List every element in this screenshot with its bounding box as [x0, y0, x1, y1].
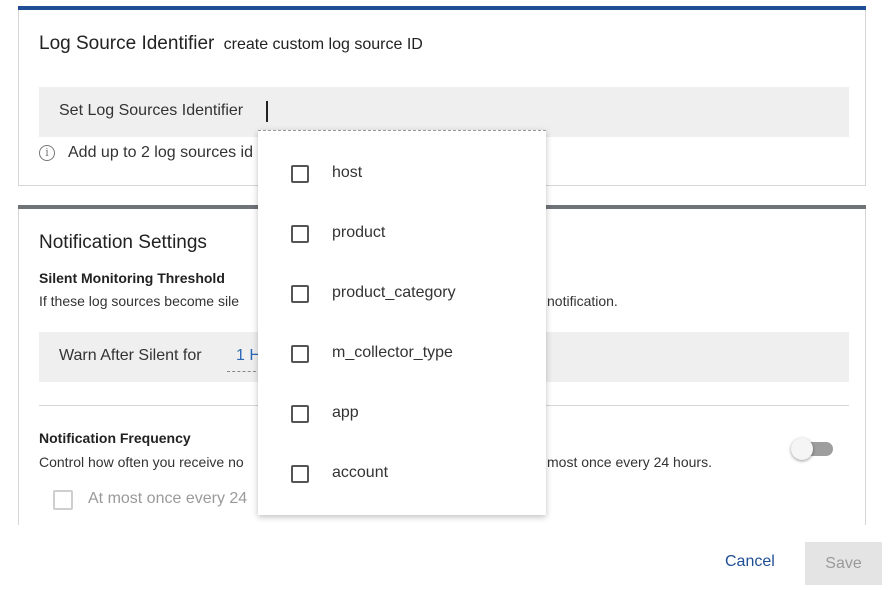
- checkbox[interactable]: [291, 165, 309, 183]
- option-label: product_category: [332, 284, 456, 301]
- frequency-toggle[interactable]: [791, 438, 835, 460]
- log-source-title: Log Source Identifier: [39, 33, 215, 54]
- hint-text: Add up to 2 log sources id: [68, 144, 254, 161]
- checkbox[interactable]: [291, 345, 309, 363]
- silent-desc-left: If these log sources become sile: [39, 293, 239, 309]
- log-source-subtitle: create custom log source ID: [223, 36, 423, 53]
- checkbox[interactable]: [291, 225, 309, 243]
- save-button[interactable]: Save: [805, 542, 882, 585]
- field-label: Set Log Sources Identifier: [59, 102, 244, 119]
- option-label: m_collector_type: [332, 344, 453, 361]
- notification-title: Notification Settings: [39, 232, 207, 253]
- frequency-desc-right: most once every 24 hours.: [547, 454, 712, 470]
- option-label: app: [332, 404, 359, 421]
- text-cursor: [266, 101, 268, 122]
- dropdown-option[interactable]: app: [258, 384, 546, 444]
- dropdown-option[interactable]: product_category: [258, 264, 546, 324]
- frequency-checkbox[interactable]: [53, 490, 73, 510]
- info-icon: i: [39, 145, 55, 161]
- identifier-dropdown: host product product_category m_collecto…: [258, 130, 546, 515]
- option-label: account: [332, 464, 389, 481]
- cancel-button[interactable]: Cancel: [725, 553, 775, 571]
- section-title: Log Source Identifier create custom log …: [39, 33, 423, 55]
- checkbox[interactable]: [291, 465, 309, 483]
- checkbox[interactable]: [291, 405, 309, 423]
- warn-label: Warn After Silent for: [59, 347, 202, 364]
- dropdown-option[interactable]: m_collector_type: [258, 324, 546, 384]
- checkbox[interactable]: [291, 285, 309, 303]
- frequency-title: Notification Frequency: [39, 430, 191, 446]
- silent-threshold-title: Silent Monitoring Threshold: [39, 270, 225, 286]
- frequency-option-label: At most once every 24: [88, 490, 248, 507]
- option-label: product: [332, 224, 386, 241]
- frequency-desc-left: Control how often you receive no: [39, 454, 244, 470]
- option-label: host: [332, 164, 363, 181]
- dropdown-option[interactable]: host: [258, 144, 546, 204]
- dropdown-option[interactable]: product: [258, 204, 546, 264]
- dropdown-option[interactable]: account: [258, 444, 546, 504]
- toggle-knob: [791, 438, 813, 460]
- silent-desc-right: notification.: [547, 293, 618, 309]
